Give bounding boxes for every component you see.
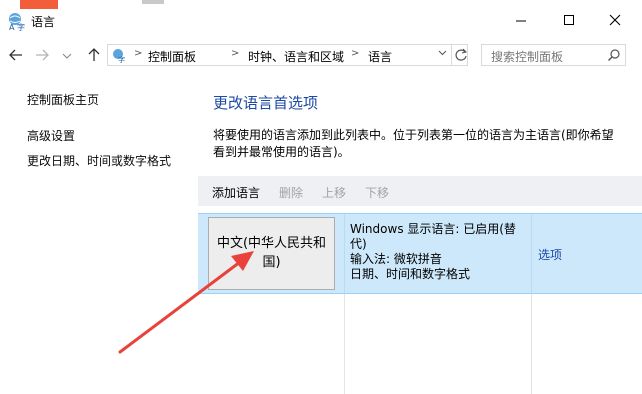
control-panel-home-link[interactable]: 控制面板主页 xyxy=(27,91,99,108)
advanced-settings-link[interactable]: 高级设置 xyxy=(27,127,75,144)
change-date-time-format-link[interactable]: 更改日期、时间或数字格式 xyxy=(27,152,171,169)
column-divider xyxy=(531,214,532,293)
search-placeholder: 搜索控制面板 xyxy=(491,50,564,64)
breadcrumb-separator: > xyxy=(351,48,360,59)
up-button[interactable] xyxy=(84,45,104,65)
language-app-icon: A 字 xyxy=(9,13,25,31)
search-icon xyxy=(608,49,620,61)
refresh-icon xyxy=(455,48,468,61)
close-icon xyxy=(609,14,621,26)
refresh-button[interactable] xyxy=(451,45,469,65)
move-up-button[interactable]: 上移 xyxy=(322,184,346,201)
forward-arrow-icon xyxy=(36,49,49,61)
language-details: Windows 显示语言: 已启用(替代) 输入法: 微软拼音 日期、时间和数字… xyxy=(350,222,528,282)
breadcrumb-clock-language-region[interactable]: 时钟、语言和区域 xyxy=(248,48,344,65)
maximize-button[interactable] xyxy=(556,10,582,32)
svg-text:A: A xyxy=(9,23,15,31)
recent-locations-button[interactable] xyxy=(60,45,74,65)
add-language-button[interactable]: 添加语言 xyxy=(212,184,260,201)
title-bar: A 字 语言 xyxy=(0,0,642,40)
background-app-strip xyxy=(20,0,58,9)
maximize-icon xyxy=(564,15,574,25)
language-toolbar: 添加语言 删除 上移 下移 xyxy=(198,176,642,206)
address-bar[interactable]: 字 > 控制面板 > 时钟、语言和区域 > 语言 xyxy=(107,44,468,66)
control-panel-icon: 字 xyxy=(113,49,125,63)
back-arrow-icon xyxy=(9,49,22,61)
options-link[interactable]: 选项 xyxy=(538,246,562,263)
remove-button[interactable]: 删除 xyxy=(279,184,303,201)
address-dropdown-button[interactable] xyxy=(438,48,447,60)
breadcrumb-control-panel[interactable]: 控制面板 xyxy=(148,48,196,65)
window-title: 语言 xyxy=(31,15,56,29)
svg-text:字: 字 xyxy=(17,22,25,31)
language-tile[interactable]: 中文(中华人民共和国) xyxy=(208,217,335,290)
page-description: 将要使用的语言添加到此列表中。位于列表第一位的语言为主语言(即你希望看到并最常使… xyxy=(213,128,614,159)
chevron-down-icon xyxy=(438,50,447,56)
background-app-strip-gray xyxy=(142,0,164,4)
move-down-button[interactable]: 下移 xyxy=(365,184,389,201)
display-language-status: Windows 显示语言: 已启用(替代) xyxy=(350,222,516,251)
minimize-button[interactable] xyxy=(508,10,534,32)
minimize-icon xyxy=(516,20,526,22)
date-time-format-text: 日期、时间和数字格式 xyxy=(350,267,471,281)
chevron-down-icon xyxy=(62,53,72,59)
column-divider xyxy=(344,292,345,394)
svg-text:字: 字 xyxy=(118,55,125,63)
back-button[interactable] xyxy=(6,45,26,65)
breadcrumb-separator: > xyxy=(134,48,143,59)
page-title: 更改语言首选项 xyxy=(213,94,319,112)
breadcrumb-language[interactable]: 语言 xyxy=(368,48,392,65)
forward-button[interactable] xyxy=(32,45,52,65)
language-list-item[interactable]: 中文(中华人民共和国) Windows 显示语言: 已启用(替代) 输入法: 微… xyxy=(198,213,642,294)
search-input[interactable]: 搜索控制面板 xyxy=(481,44,626,66)
language-name: 中文(中华人民共和国) xyxy=(216,236,327,270)
close-button[interactable] xyxy=(602,10,628,32)
column-divider xyxy=(531,292,532,394)
input-method-text: 输入法: 微软拼音 xyxy=(350,252,442,266)
breadcrumb-separator: > xyxy=(231,48,240,59)
up-arrow-icon xyxy=(88,48,100,61)
column-divider xyxy=(344,214,345,293)
